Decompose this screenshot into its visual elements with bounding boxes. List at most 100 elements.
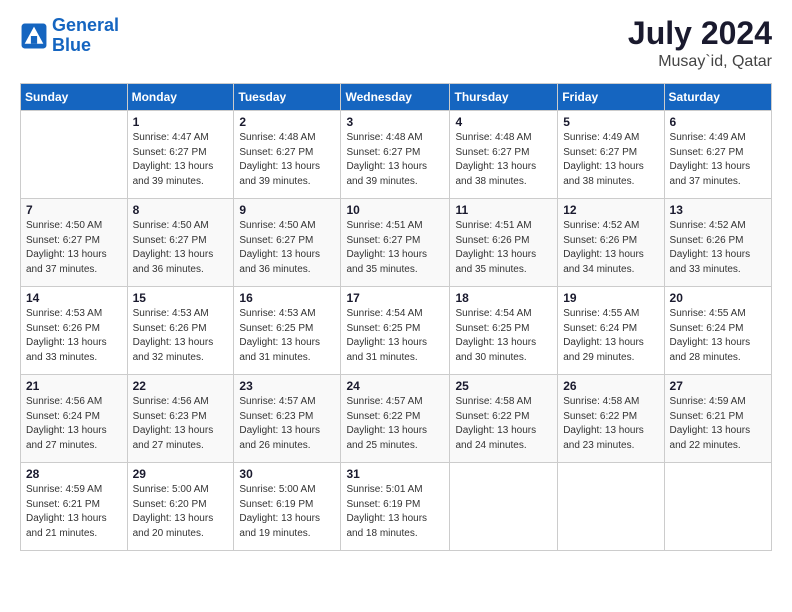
calendar-cell: 15 Sunrise: 4:53 AM Sunset: 6:26 PM Dayli…	[127, 287, 234, 375]
day-info: Sunrise: 4:53 AM Sunset: 6:25 PM Dayligh…	[239, 307, 335, 365]
calendar-week-row: 21Sunrise: 4:56 AM Sunset: 6:24 PM Dayli…	[21, 375, 772, 463]
day-info: Sunrise: 4:57 AM Sunset: 6:23 PM Dayligh…	[239, 395, 335, 453]
calendar-cell: 6 Sunrise: 4:49 AM Sunset: 6:27 PM Daylig…	[664, 111, 771, 199]
calendar-cell: 11 Sunrise: 4:51 AM Sunset: 6:26 PM Dayli…	[450, 199, 558, 287]
day-number: 26	[563, 379, 658, 393]
weekday-header-cell: Monday	[127, 84, 234, 111]
day-number: 25	[455, 379, 552, 393]
day-number: 5	[563, 115, 658, 129]
calendar-cell: 10 Sunrise: 4:51 AM Sunset: 6:27 PM Dayli…	[341, 199, 450, 287]
day-info: Sunrise: 4:53 AM Sunset: 6:26 PM Dayligh…	[133, 307, 229, 365]
day-info: Sunrise: 4:47 AM Sunset: 6:27 PM Dayligh…	[133, 131, 229, 189]
calendar-cell: 9 Sunrise: 4:50 AM Sunset: 6:27 PM Daylig…	[234, 199, 341, 287]
day-number: 4	[455, 115, 552, 129]
day-number: 30	[239, 467, 335, 481]
day-info: Sunrise: 4:56 AM Sunset: 6:23 PM Dayligh…	[133, 395, 229, 453]
day-info: Sunrise: 4:54 AM Sunset: 6:25 PM Dayligh…	[346, 307, 444, 365]
location-title: Musay`id, Qatar	[628, 53, 772, 71]
calendar-cell	[450, 463, 558, 551]
calendar-cell: 22 Sunrise: 4:56 AM Sunset: 6:23 PM Dayli…	[127, 375, 234, 463]
calendar-cell: 23 Sunrise: 4:57 AM Sunset: 6:23 PM Dayli…	[234, 375, 341, 463]
day-info: Sunrise: 5:00 AM Sunset: 6:20 PM Dayligh…	[133, 483, 229, 541]
day-info: Sunrise: 5:00 AM Sunset: 6:19 PM Dayligh…	[239, 483, 335, 541]
logo-text: General Blue	[52, 16, 119, 56]
day-info: Sunrise: 4:50 AM Sunset: 6:27 PM Dayligh…	[26, 219, 122, 277]
calendar-cell: 28Sunrise: 4:59 AM Sunset: 6:21 PM Dayli…	[21, 463, 128, 551]
day-info: Sunrise: 4:54 AM Sunset: 6:25 PM Dayligh…	[455, 307, 552, 365]
logo-icon	[20, 22, 48, 50]
logo-line2: Blue	[52, 35, 91, 55]
day-number: 9	[239, 203, 335, 217]
month-title: July 2024	[628, 16, 772, 51]
weekday-header-cell: Friday	[558, 84, 664, 111]
day-info: Sunrise: 4:58 AM Sunset: 6:22 PM Dayligh…	[455, 395, 552, 453]
calendar-cell: 29 Sunrise: 5:00 AM Sunset: 6:20 PM Dayli…	[127, 463, 234, 551]
calendar-week-row: 1 Sunrise: 4:47 AM Sunset: 6:27 PM Daylig…	[21, 111, 772, 199]
weekday-header-cell: Thursday	[450, 84, 558, 111]
weekday-header-cell: Sunday	[21, 84, 128, 111]
weekday-header-cell: Saturday	[664, 84, 771, 111]
calendar-cell: 31 Sunrise: 5:01 AM Sunset: 6:19 PM Dayli…	[341, 463, 450, 551]
weekday-header-cell: Wednesday	[341, 84, 450, 111]
day-info: Sunrise: 4:57 AM Sunset: 6:22 PM Dayligh…	[346, 395, 444, 453]
logo: General Blue	[20, 16, 119, 56]
day-number: 7	[26, 203, 122, 217]
day-info: Sunrise: 5:01 AM Sunset: 6:19 PM Dayligh…	[346, 483, 444, 541]
day-number: 11	[455, 203, 552, 217]
calendar-cell	[664, 463, 771, 551]
day-info: Sunrise: 4:50 AM Sunset: 6:27 PM Dayligh…	[239, 219, 335, 277]
day-info: Sunrise: 4:51 AM Sunset: 6:27 PM Dayligh…	[346, 219, 444, 277]
day-info: Sunrise: 4:58 AM Sunset: 6:22 PM Dayligh…	[563, 395, 658, 453]
page: General Blue July 2024 Musay`id, Qatar S…	[0, 0, 792, 612]
day-number: 10	[346, 203, 444, 217]
day-number: 17	[346, 291, 444, 305]
calendar-cell: 26 Sunrise: 4:58 AM Sunset: 6:22 PM Dayli…	[558, 375, 664, 463]
header: General Blue July 2024 Musay`id, Qatar	[20, 16, 772, 71]
calendar-cell: 2Sunrise: 4:48 AM Sunset: 6:27 PM Daylig…	[234, 111, 341, 199]
calendar-cell: 21Sunrise: 4:56 AM Sunset: 6:24 PM Dayli…	[21, 375, 128, 463]
calendar-cell: 30 Sunrise: 5:00 AM Sunset: 6:19 PM Dayli…	[234, 463, 341, 551]
calendar-cell: 19 Sunrise: 4:55 AM Sunset: 6:24 PM Dayli…	[558, 287, 664, 375]
day-info: Sunrise: 4:48 AM Sunset: 6:27 PM Dayligh…	[346, 131, 444, 189]
calendar-week-row: 28Sunrise: 4:59 AM Sunset: 6:21 PM Dayli…	[21, 463, 772, 551]
day-number: 15	[133, 291, 229, 305]
calendar-cell: 17 Sunrise: 4:54 AM Sunset: 6:25 PM Dayli…	[341, 287, 450, 375]
day-number: 13	[670, 203, 766, 217]
day-number: 19	[563, 291, 658, 305]
day-info: Sunrise: 4:55 AM Sunset: 6:24 PM Dayligh…	[670, 307, 766, 365]
day-number: 22	[133, 379, 229, 393]
day-info: Sunrise: 4:51 AM Sunset: 6:26 PM Dayligh…	[455, 219, 552, 277]
calendar-cell: 18Sunrise: 4:54 AM Sunset: 6:25 PM Dayli…	[450, 287, 558, 375]
calendar-cell: 16Sunrise: 4:53 AM Sunset: 6:25 PM Dayli…	[234, 287, 341, 375]
day-number: 31	[346, 467, 444, 481]
weekday-header-cell: Tuesday	[234, 84, 341, 111]
calendar-cell: 24Sunrise: 4:57 AM Sunset: 6:22 PM Dayli…	[341, 375, 450, 463]
logo-line1: General	[52, 15, 119, 35]
day-info: Sunrise: 4:52 AM Sunset: 6:26 PM Dayligh…	[563, 219, 658, 277]
day-info: Sunrise: 4:55 AM Sunset: 6:24 PM Dayligh…	[563, 307, 658, 365]
day-number: 21	[26, 379, 122, 393]
day-number: 27	[670, 379, 766, 393]
day-info: Sunrise: 4:48 AM Sunset: 6:27 PM Dayligh…	[455, 131, 552, 189]
day-number: 12	[563, 203, 658, 217]
day-info: Sunrise: 4:52 AM Sunset: 6:26 PM Dayligh…	[670, 219, 766, 277]
day-info: Sunrise: 4:49 AM Sunset: 6:27 PM Dayligh…	[670, 131, 766, 189]
day-info: Sunrise: 4:49 AM Sunset: 6:27 PM Dayligh…	[563, 131, 658, 189]
day-number: 1	[133, 115, 229, 129]
day-info: Sunrise: 4:50 AM Sunset: 6:27 PM Dayligh…	[133, 219, 229, 277]
title-block: July 2024 Musay`id, Qatar	[628, 16, 772, 71]
calendar-cell: 12 Sunrise: 4:52 AM Sunset: 6:26 PM Dayli…	[558, 199, 664, 287]
day-info: Sunrise: 4:59 AM Sunset: 6:21 PM Dayligh…	[26, 483, 122, 541]
calendar-week-row: 7 Sunrise: 4:50 AM Sunset: 6:27 PM Daylig…	[21, 199, 772, 287]
calendar-cell: 5 Sunrise: 4:49 AM Sunset: 6:27 PM Daylig…	[558, 111, 664, 199]
calendar-cell: 8 Sunrise: 4:50 AM Sunset: 6:27 PM Daylig…	[127, 199, 234, 287]
day-info: Sunrise: 4:53 AM Sunset: 6:26 PM Dayligh…	[26, 307, 122, 365]
calendar-cell: 25 Sunrise: 4:58 AM Sunset: 6:22 PM Dayli…	[450, 375, 558, 463]
calendar-week-row: 14Sunrise: 4:53 AM Sunset: 6:26 PM Dayli…	[21, 287, 772, 375]
day-number: 6	[670, 115, 766, 129]
day-number: 8	[133, 203, 229, 217]
weekday-header-row: SundayMondayTuesdayWednesdayThursdayFrid…	[21, 84, 772, 111]
calendar-cell: 27Sunrise: 4:59 AM Sunset: 6:21 PM Dayli…	[664, 375, 771, 463]
day-number: 29	[133, 467, 229, 481]
day-number: 23	[239, 379, 335, 393]
